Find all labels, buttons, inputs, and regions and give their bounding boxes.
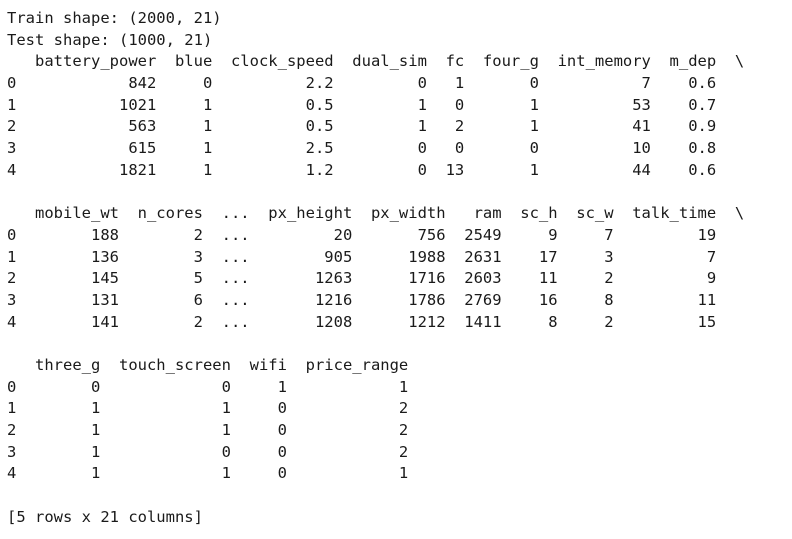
table-row: 3 1 0 0 2 bbox=[7, 443, 409, 461]
table-row: 1 136 3 ... 905 1988 2631 17 3 7 bbox=[7, 248, 717, 266]
train-shape-line: Train shape: (2000, 21) bbox=[7, 9, 222, 27]
table-row: 0 0 0 1 1 bbox=[7, 378, 409, 396]
table-row: 1 1021 1 0.5 1 0 1 53 0.7 bbox=[7, 96, 717, 114]
table-row: 0 188 2 ... 20 756 2549 9 7 19 bbox=[7, 226, 717, 244]
table-row: 2 145 5 ... 1263 1716 2603 11 2 9 bbox=[7, 269, 717, 287]
table-row: 3 131 6 ... 1216 1786 2769 16 8 11 bbox=[7, 291, 717, 309]
notebook-cell-output: Train shape: (2000, 21) Test shape: (100… bbox=[0, 0, 792, 539]
table-row: 2 1 1 0 2 bbox=[7, 421, 409, 439]
rows-columns-summary: [5 rows x 21 columns] bbox=[7, 508, 203, 526]
table-row: 0 842 0 2.2 0 1 0 7 0.6 bbox=[7, 74, 717, 92]
table-row: 4 1 1 0 1 bbox=[7, 464, 409, 482]
table-row: 4 141 2 ... 1208 1212 1411 8 2 15 bbox=[7, 313, 717, 331]
test-shape-line: Test shape: (1000, 21) bbox=[7, 31, 213, 49]
table-row: 4 1821 1 1.2 0 13 1 44 0.6 bbox=[7, 161, 717, 179]
table-row: 3 615 1 2.5 0 0 0 10 0.8 bbox=[7, 139, 717, 157]
table-header-block-1: battery_power blue clock_speed dual_sim … bbox=[7, 52, 745, 70]
table-header-block-2: mobile_wt n_cores ... px_height px_width… bbox=[7, 204, 745, 222]
table-header-block-3: three_g touch_screen wifi price_range bbox=[7, 356, 409, 374]
table-row: 1 1 1 0 2 bbox=[7, 399, 409, 417]
table-row: 2 563 1 0.5 1 2 1 41 0.9 bbox=[7, 117, 717, 135]
